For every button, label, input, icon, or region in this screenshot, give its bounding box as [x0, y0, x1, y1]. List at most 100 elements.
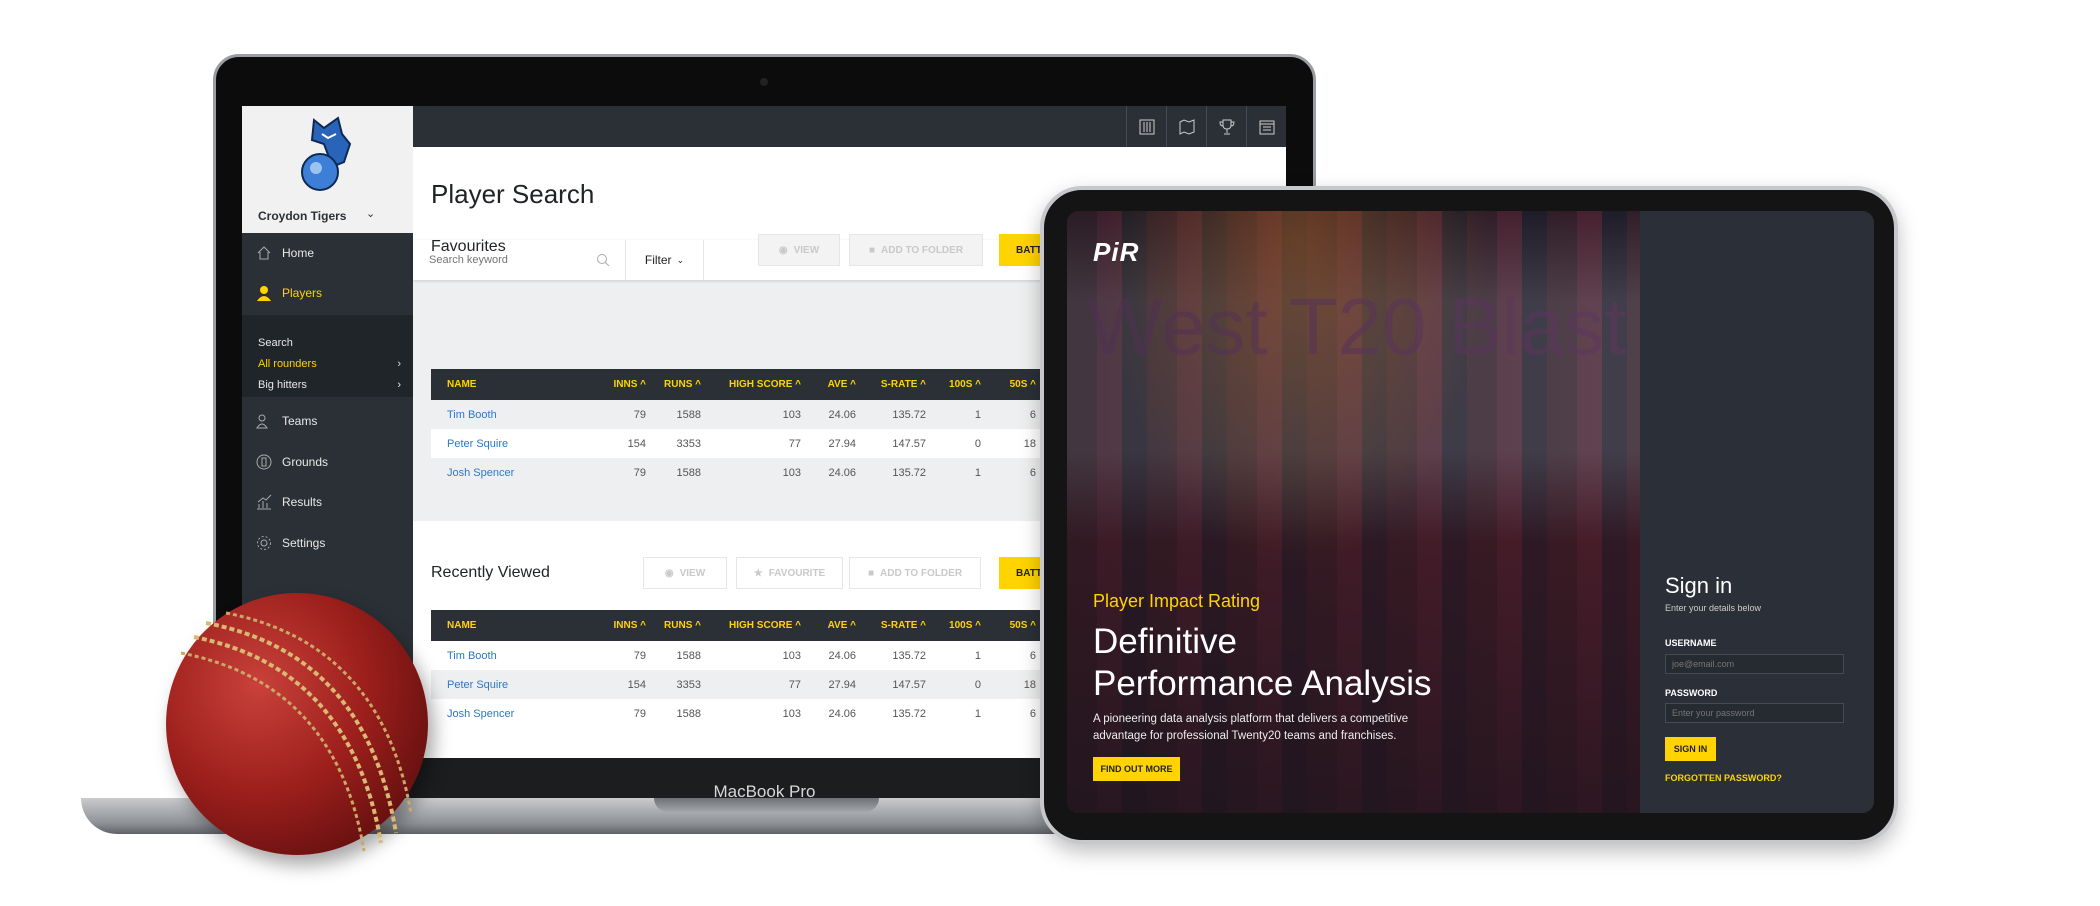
column-header-50s[interactable]: 50S ^ [991, 620, 1046, 631]
column-header-name[interactable]: NAME [431, 379, 601, 390]
submenu-item-big-hitters[interactable]: Big hitters › [258, 379, 401, 391]
password-input[interactable] [1665, 703, 1844, 723]
table-cell: 6 [1029, 707, 1036, 720]
sidebar-item-grounds[interactable]: Grounds [242, 447, 413, 477]
sidebar-item-results[interactable]: Results [242, 487, 413, 517]
find-out-more-button[interactable]: FIND OUT MORE [1093, 757, 1180, 781]
column-header-inns[interactable]: INNS ^ [601, 379, 656, 390]
headline: Definitive Performance Analysis [1093, 621, 1431, 705]
table-cell: 135.72 [892, 466, 926, 479]
sidebar-item-label: Results [282, 495, 323, 509]
column-header-s-rate[interactable]: S-RATE ^ [866, 379, 936, 390]
team-logo-box: Croydon Tigers ⌄ [242, 106, 413, 233]
player-name-link[interactable]: Josh Spencer [431, 467, 601, 479]
blurb: A pioneering data analysis platform that… [1093, 713, 1409, 742]
table-cell: 24.06 [828, 707, 856, 720]
button-label: VIEW [793, 244, 820, 256]
player-name-link[interactable]: Josh Spencer [431, 708, 601, 720]
table-cell: 1 [974, 466, 981, 479]
sliders-icon[interactable] [1126, 106, 1166, 147]
table-cell: 79 [633, 466, 646, 479]
add-to-folder-button[interactable]: ■ ADD TO FOLDER [849, 234, 983, 266]
submenu-item-search[interactable]: Search [258, 337, 401, 349]
favourite-button[interactable]: ★ FAVOURITE [736, 557, 843, 589]
column-header-inns[interactable]: INNS ^ [601, 620, 656, 631]
column-header-ave[interactable]: AVE ^ [811, 379, 866, 390]
player-name-link[interactable]: Peter Squire [431, 438, 601, 450]
button-label: ADD TO FOLDER [880, 567, 963, 579]
folder-icon: ■ [868, 244, 875, 256]
view-button[interactable]: ◉ VIEW [758, 234, 840, 266]
column-header-high-score[interactable]: HIGH SCORE ^ [711, 379, 811, 390]
table-cell: 147.57 [892, 437, 926, 450]
eye-icon: ◉ [664, 567, 674, 579]
table-cell: 135.72 [892, 408, 926, 421]
tagline: Player Impact Rating [1093, 591, 1261, 611]
add-to-folder-button[interactable]: ■ ADD TO FOLDER [849, 557, 981, 589]
column-header-runs[interactable]: RUNS ^ [656, 379, 711, 390]
button-label: ADD TO FOLDER [881, 244, 964, 256]
username-label: USERNAME [1665, 638, 1717, 648]
team-name[interactable]: Croydon Tigers [258, 209, 346, 223]
sidebar-item-label: Grounds [282, 455, 329, 469]
submenu-label: All rounders [258, 358, 317, 370]
column-header-name[interactable]: NAME [431, 620, 601, 631]
table-cell: 1588 [676, 707, 701, 720]
ground-icon [256, 454, 272, 470]
column-header-50s[interactable]: 50S ^ [991, 379, 1046, 390]
map-pin-icon[interactable] [1166, 106, 1206, 147]
submenu-label: Big hitters [258, 379, 307, 391]
headline-line: Definitive [1093, 622, 1237, 661]
tablet-screen: West T20 Blast PiR Player Impact Rating … [1067, 211, 1874, 813]
table-cell: 1588 [676, 466, 701, 479]
trophy-icon[interactable] [1206, 106, 1246, 147]
table-cell: 135.72 [892, 707, 926, 720]
chevron-down-icon: ⌄ [676, 254, 685, 265]
table-cell: 79 [633, 707, 646, 720]
column-header-runs[interactable]: RUNS ^ [656, 620, 711, 631]
calendar-icon[interactable] [1246, 106, 1286, 147]
player-name-link[interactable]: Tim Booth [431, 409, 601, 421]
table-cell: 3353 [676, 678, 701, 691]
laptop-notch [654, 798, 879, 812]
forgotten-password-link[interactable]: FORGOTTEN PASSWORD? [1665, 773, 1782, 783]
player-name-link[interactable]: Peter Squire [431, 679, 601, 691]
column-header-s-rate[interactable]: S-RATE ^ [866, 620, 936, 631]
chevron-down-icon[interactable]: ⌄ [366, 207, 375, 220]
button-label: BATT [1016, 244, 1042, 256]
star-icon: ★ [753, 567, 763, 579]
column-header-high-score[interactable]: HIGH SCORE ^ [711, 620, 811, 631]
sidebar-item-players[interactable]: Players [242, 278, 413, 308]
table-cell: 79 [633, 649, 646, 662]
sidebar-item-teams[interactable]: Teams [242, 406, 413, 436]
sidebar-item-settings[interactable]: Settings [242, 528, 413, 558]
player-name-link[interactable]: Tim Booth [431, 650, 601, 662]
chevron-right-icon: › [397, 379, 401, 391]
table-cell: 24.06 [828, 408, 856, 421]
column-header-ave[interactable]: AVE ^ [811, 620, 866, 631]
table-cell: 1 [974, 707, 981, 720]
button-label: FAVOURITE [768, 567, 826, 579]
submenu-item-all-rounders[interactable]: All rounders › [258, 358, 401, 370]
chevron-right-icon: › [397, 358, 401, 370]
table-cell: 18 [1023, 437, 1036, 450]
filter-dropdown[interactable]: Filter ⌄ [626, 240, 704, 280]
table-cell: 0 [974, 437, 981, 450]
sidebar-item-home[interactable]: Home [242, 238, 413, 268]
sidebar-item-label: Settings [282, 536, 326, 550]
button-label: VIEW [679, 567, 706, 579]
signin-title: Sign in [1665, 573, 1733, 598]
table-cell: 103 [782, 408, 801, 421]
table-cell: 1 [974, 408, 981, 421]
table-cell: 27.94 [828, 437, 856, 450]
column-header-100s[interactable]: 100S ^ [936, 620, 991, 631]
eye-icon: ◉ [778, 244, 788, 256]
table-cell: 154 [627, 437, 646, 450]
column-header-100s[interactable]: 100S ^ [936, 379, 991, 390]
sign-in-button[interactable]: SIGN IN [1665, 737, 1716, 761]
view-button[interactable]: ◉ VIEW [643, 557, 727, 589]
username-input[interactable] [1665, 654, 1844, 674]
sidebar-item-label: Teams [282, 414, 318, 428]
table-cell: 77 [788, 678, 801, 691]
search-icon[interactable] [596, 253, 610, 267]
